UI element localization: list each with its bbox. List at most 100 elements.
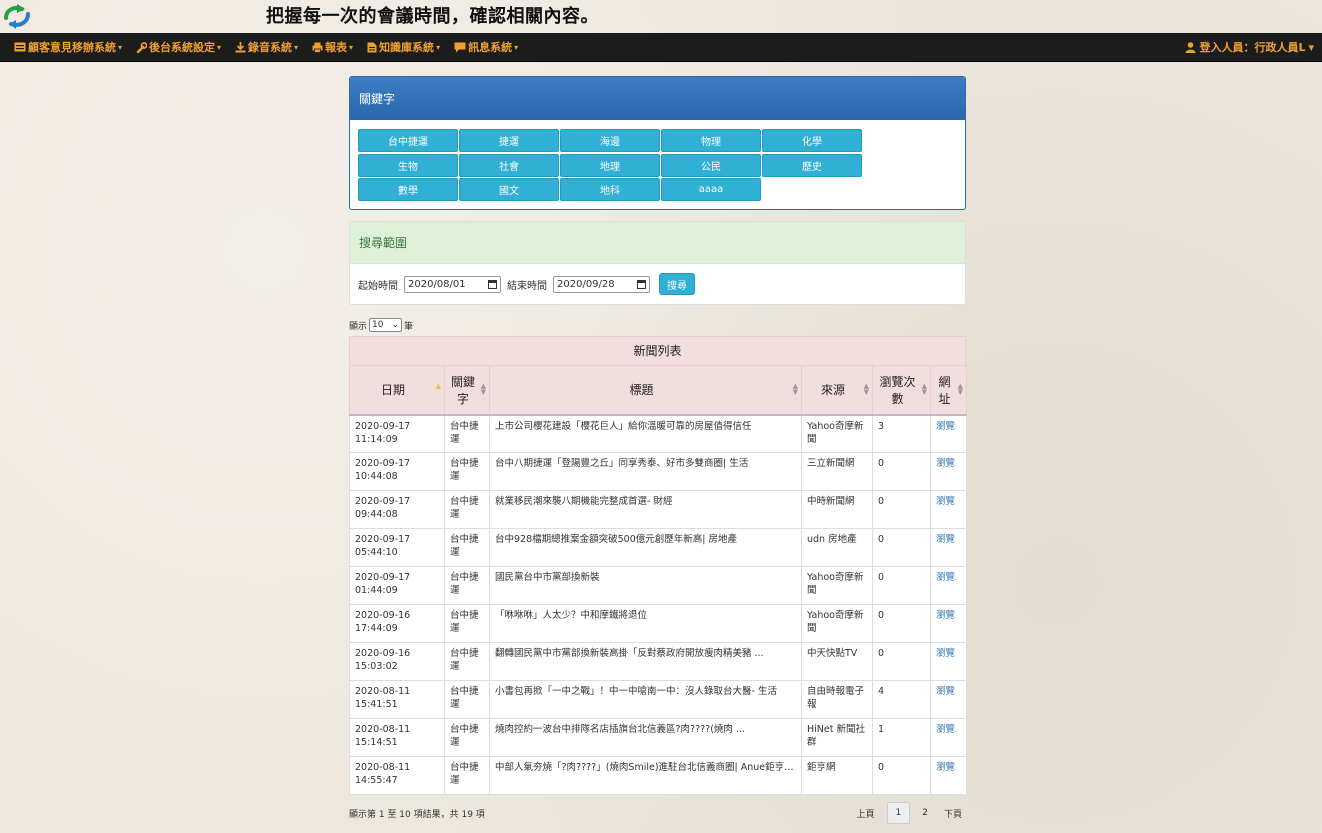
page-button-1[interactable]: 1 bbox=[886, 802, 911, 824]
keyword-button[interactable]: 國文 bbox=[459, 178, 559, 201]
cell-date: 2020-08-11 14:55:47 bbox=[349, 756, 445, 795]
page-length-select[interactable]: 10 ⌄ bbox=[369, 318, 403, 332]
cell-views: 0 bbox=[872, 756, 931, 795]
keyword-button[interactable]: 歷史 bbox=[762, 153, 862, 177]
cell-keyword: 台中捷運 bbox=[444, 490, 490, 529]
cell-views: 3 bbox=[872, 414, 931, 453]
keyword-panel: 關鍵字 台中捷運 捷運 海邊 物理 化學 生物 社會 地理 公民 歷史 數學 國… bbox=[349, 76, 966, 210]
search-button[interactable]: 搜尋 bbox=[659, 273, 695, 295]
cell-date: 2020-09-17 01:44:09 bbox=[349, 566, 445, 605]
table-body: 2020-09-17 11:14:09 台中捷運 上市公司櫻花建設「櫻花巨人」給你溫… bbox=[349, 414, 967, 795]
prev-page-button[interactable]: 上頁 bbox=[853, 803, 879, 824]
cell-url-link[interactable]: 瀏覽 bbox=[930, 604, 967, 643]
nav-message-label: 訊息系統 bbox=[468, 41, 513, 54]
column-header-views[interactable]: 瀏覽次數 ▲ ▼ bbox=[872, 365, 931, 416]
cell-views: 1 bbox=[872, 718, 931, 757]
cell-title: 台中928檔期總推案金額突破500億元創歷年新高| 房地產 bbox=[489, 528, 802, 567]
cell-source: Yahoo奇摩新聞 bbox=[801, 566, 873, 605]
cell-url-link[interactable]: 瀏覽 bbox=[930, 452, 967, 491]
user-menu[interactable]: 登入人員：行政人員L ▾ bbox=[1185, 39, 1314, 55]
table-row: 2020-09-17 01:44:09 台中捷運 國民黨台中市黨部換新裝 Yahoo奇… bbox=[349, 566, 967, 605]
keyword-button[interactable]: 台中捷運 bbox=[358, 129, 458, 152]
cell-date: 2020-09-16 17:44:09 bbox=[349, 604, 445, 643]
cell-url-link[interactable]: 瀏覽 bbox=[930, 490, 967, 529]
cell-url-link[interactable]: 瀏覽 bbox=[930, 414, 967, 453]
end-date-input[interactable]: 2020/09/28 bbox=[553, 275, 650, 293]
cell-title: 「咻咻咻」人太少？中和摩鐵將退位 bbox=[489, 604, 802, 643]
keyword-button[interactable]: 物理 bbox=[661, 129, 761, 152]
cell-source: 中時新聞網 bbox=[801, 490, 873, 529]
cell-date: 2020-08-11 15:14:51 bbox=[349, 718, 445, 757]
sort-asc-icon: ▲ bbox=[435, 382, 441, 390]
table-row: 2020-09-16 17:44:09 台中捷運 「咻咻咻」人太少？中和摩鐵將退位 Y… bbox=[349, 604, 967, 643]
keyword-button[interactable]: 數學 bbox=[358, 178, 458, 201]
keyword-grid: 台中捷運 捷運 海邊 物理 化學 生物 社會 地理 公民 歷史 數學 國文 地科… bbox=[350, 120, 965, 201]
table-row: 2020-08-11 14:55:47 台中捷運 中部人氣夯燒「?肉????」(燒肉… bbox=[349, 756, 967, 795]
cell-views: 0 bbox=[872, 604, 931, 643]
table-row: 2020-09-17 11:14:09 台中捷運 上市公司櫻花建設「櫻花巨人」給你溫… bbox=[349, 414, 967, 453]
keyword-button[interactable]: 化學 bbox=[762, 129, 862, 152]
column-header-keyword[interactable]: 關鍵字 ▲ ▼ bbox=[444, 365, 490, 416]
cell-date: 2020-09-17 10:44:08 bbox=[349, 452, 445, 491]
column-header-date[interactable]: 日期 ▲ bbox=[349, 365, 445, 416]
page-slogan: 把握每一次的會議時間，確認相關內容。 bbox=[266, 6, 599, 27]
nav-backend-settings[interactable]: 後台系統設定 ▾ bbox=[136, 39, 221, 55]
keyword-button[interactable]: aaaa bbox=[661, 178, 761, 201]
cell-url-link[interactable]: 瀏覽 bbox=[930, 642, 967, 681]
cell-title: 小書包再掀「一中之戰」！中一中嗆南一中：沒人錄取台大醫- 生活 bbox=[489, 680, 802, 719]
column-header-title[interactable]: 標題 ▲ ▼ bbox=[489, 365, 802, 416]
keyword-button[interactable]: 地科 bbox=[560, 178, 660, 201]
cell-date: 2020-09-17 05:44:10 bbox=[349, 528, 445, 567]
cell-views: 0 bbox=[872, 452, 931, 491]
cell-url-link[interactable]: 瀏覽 bbox=[930, 680, 967, 719]
table-row: 2020-09-17 10:44:08 台中捷運 台中八期捷運「登陽豐之丘」同享秀泰… bbox=[349, 452, 967, 491]
nav-message-system[interactable]: 訊息系統 ▾ bbox=[454, 39, 518, 55]
cell-date: 2020-09-16 15:03:02 bbox=[349, 642, 445, 681]
pagination: 上頁 1 2 下頁 bbox=[853, 802, 967, 824]
cell-keyword: 台中捷運 bbox=[444, 680, 490, 719]
column-header-url[interactable]: 網址 ▲ ▼ bbox=[930, 365, 967, 416]
cell-keyword: 台中捷運 bbox=[444, 414, 490, 453]
cell-views: 0 bbox=[872, 490, 931, 529]
nav-recording-system[interactable]: 錄音系統 ▾ bbox=[235, 39, 298, 55]
start-date-input[interactable]: 2020/08/01 bbox=[404, 275, 501, 293]
sort-icon: ▲ ▼ bbox=[792, 382, 798, 396]
keyword-button[interactable]: 社會 bbox=[459, 153, 559, 177]
calendar-icon[interactable] bbox=[488, 279, 497, 289]
cell-source: 中天快點TV bbox=[801, 642, 873, 681]
user-icon bbox=[1185, 41, 1196, 53]
cell-title: 台中八期捷運「登陽豐之丘」同享秀泰、好市多雙商圈| 生活 bbox=[489, 452, 802, 491]
next-page-button[interactable]: 下頁 bbox=[940, 803, 966, 824]
cell-url-link[interactable]: 瀏覽 bbox=[930, 756, 967, 795]
nav-knowledge-base[interactable]: 知識庫系統 ▾ bbox=[367, 39, 440, 55]
column-header-source[interactable]: 來源 ▲ ▼ bbox=[801, 365, 873, 416]
cell-date: 2020-08-11 15:41:51 bbox=[349, 680, 445, 719]
cell-source: 鉅亨網 bbox=[801, 756, 873, 795]
cell-keyword: 台中捷運 bbox=[444, 528, 490, 567]
main-navbar: 顧客意見移辦系統 ▾ 後台系統設定 ▾ 錄音系統 ▾ 報表 ▾ 知識庫系統 ▾ 訊息系統 ▾… bbox=[0, 33, 1322, 62]
cell-url-link[interactable]: 瀏覽 bbox=[930, 718, 967, 757]
card-icon bbox=[14, 42, 26, 52]
page-button-2[interactable]: 2 bbox=[918, 804, 932, 822]
nav-knowledge-label: 知識庫系統 bbox=[379, 41, 435, 54]
keyword-button[interactable]: 生物 bbox=[358, 153, 458, 177]
nav-feedback-system[interactable]: 顧客意見移辦系統 ▾ bbox=[14, 39, 122, 55]
table-row: 2020-08-11 15:41:51 台中捷運 小書包再掀「一中之戰」！中一中嗆南… bbox=[349, 680, 967, 719]
cell-title: 翻轉國民黨中市黨部換新裝高掛「反對蔡政府開放瘦肉精美豬 ... bbox=[489, 642, 802, 681]
top-header: 把握每一次的會議時間，確認相關內容。 bbox=[0, 0, 1322, 33]
search-panel-title: 搜尋範圍 bbox=[350, 222, 965, 264]
cell-url-link[interactable]: 瀏覽 bbox=[930, 528, 967, 567]
keyword-button[interactable]: 公民 bbox=[661, 153, 761, 177]
keyword-button[interactable]: 地理 bbox=[560, 153, 660, 177]
table-row: 2020-08-11 15:14:51 台中捷運 燒肉控約一波台中排隊名店插旗台北信… bbox=[349, 718, 967, 757]
keyword-button[interactable]: 海邊 bbox=[560, 129, 660, 152]
keyword-button[interactable]: 捷運 bbox=[459, 129, 559, 152]
nav-reports[interactable]: 報表 ▾ bbox=[312, 39, 353, 55]
calendar-icon[interactable] bbox=[637, 279, 646, 289]
cell-title: 就業移民潮來襲八期機能完整成首選- 財經 bbox=[489, 490, 802, 529]
cell-title: 燒肉控約一波台中排隊名店插旗台北信義區?肉????(燒肉 ... bbox=[489, 718, 802, 757]
cell-keyword: 台中捷運 bbox=[444, 642, 490, 681]
chevron-down-icon: ⌄ bbox=[391, 320, 400, 330]
cell-url-link[interactable]: 瀏覽 bbox=[930, 566, 967, 605]
cell-source: HiNet 新聞社群 bbox=[801, 718, 873, 757]
